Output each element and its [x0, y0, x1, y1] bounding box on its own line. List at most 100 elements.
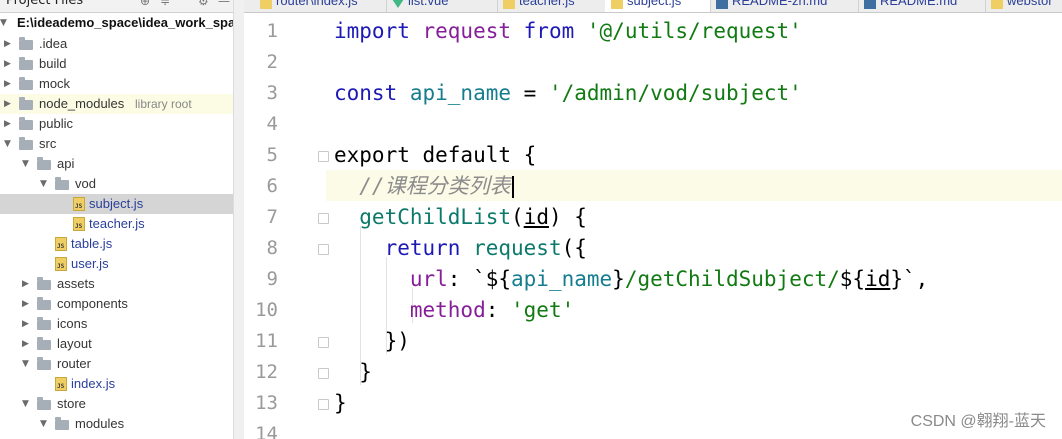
vue-file-icon [392, 0, 404, 8]
line-number: 7 [266, 206, 278, 228]
code-line[interactable]: const api_name = '/admin/vod/subject' [334, 78, 802, 109]
chevron-right-icon[interactable]: ▶ [4, 74, 11, 94]
chevron-down-icon[interactable]: ▼ [4, 134, 11, 154]
chevron-right-icon[interactable]: ▶ [4, 54, 11, 74]
minimize-icon[interactable]: — [218, 0, 230, 8]
folder-icon [19, 137, 33, 150]
tree-folder-item[interactable]: ▼ src [0, 134, 233, 154]
chevron-down-icon[interactable]: ▼ [22, 394, 29, 414]
tree-folder-item[interactable]: ▼ store [0, 394, 233, 414]
code-line[interactable]: import request from '@/utils/request' [334, 16, 802, 47]
code-line[interactable]: } [334, 388, 347, 419]
fold-marker-icon[interactable] [318, 337, 329, 348]
editor-tab[interactable]: teacher.js [497, 0, 606, 12]
tree-item-label: icons [57, 316, 88, 331]
tree-folder-item[interactable]: ▶ public [0, 114, 233, 134]
code-line[interactable]: } [334, 357, 372, 388]
project-panel-title[interactable]: Project Files [6, 0, 83, 8]
tree-item-label: index.js [71, 376, 116, 391]
tree-item-label: src [39, 136, 57, 151]
tree-file-item[interactable]: JS teacher.js [0, 214, 233, 234]
locate-icon[interactable]: ⊕ [140, 0, 150, 8]
code-line[interactable]: method: 'get' [334, 295, 574, 326]
line-number: 10 [255, 299, 278, 321]
chevron-down-icon[interactable]: ▼ [40, 414, 47, 434]
tree-item-label: subject.js [89, 196, 144, 211]
tree-folder-item[interactable]: ▼ vod [0, 174, 233, 194]
line-number: 13 [255, 392, 278, 414]
gear-icon[interactable]: ⚙ [198, 0, 209, 8]
code-token: }`, [890, 267, 929, 291]
code-editor[interactable]: 1 2 3 4 5 6 7 8 9 10 11 12 13 14 import request from … [244, 13, 1062, 439]
code-line[interactable]: export default { [334, 140, 536, 171]
tree-file-item[interactable]: JS subject.js [0, 194, 233, 214]
code-token: from [523, 19, 575, 43]
fold-marker-icon[interactable] [318, 213, 329, 224]
tree-folder-item[interactable]: ▶ node_modules library root [0, 94, 233, 114]
editor-tab[interactable]: router\index.js [254, 0, 387, 12]
tree-folder-item[interactable]: ▶ .idea [0, 34, 233, 54]
md-file-icon [864, 0, 876, 9]
line-number: 1 [266, 20, 278, 42]
tree-folder-item[interactable]: ▶ icons [0, 314, 233, 334]
text-caret [511, 176, 514, 198]
chevron-right-icon[interactable]: ▶ [22, 334, 29, 354]
chevron-right-icon[interactable]: ▶ [22, 294, 29, 314]
chevron-down-icon[interactable]: ▼ [22, 354, 29, 374]
code-token: request [409, 19, 524, 43]
folder-icon [37, 357, 51, 370]
tree-item-label: user.js [71, 256, 109, 271]
line-number: 9 [266, 268, 278, 290]
tree-file-item[interactable]: JS user.js [0, 254, 233, 274]
chevron-down-icon[interactable]: ▼ [22, 154, 29, 174]
chevron-right-icon[interactable]: ▶ [4, 114, 11, 134]
chevron-right-icon[interactable]: ▶ [22, 274, 29, 294]
chevron-down-icon[interactable]: ▼ [40, 174, 47, 194]
tree-folder-item[interactable]: ▼ modules [0, 414, 233, 434]
editor-tab[interactable]: list.vue [386, 0, 498, 12]
tree-item-label: node_modules [39, 96, 125, 111]
code-token: id [523, 205, 549, 229]
code-token: } [334, 360, 372, 384]
folder-icon [19, 57, 33, 70]
js-file-icon: JS [55, 257, 67, 271]
tab-label: README.md [880, 0, 958, 8]
editor-tab[interactable]: README-zh.md [710, 0, 859, 12]
code-line[interactable]: url: `${api_name}/getChildSubject/${id}`… [334, 264, 928, 295]
code-token: url [334, 267, 448, 291]
library-root-tag: library root [135, 97, 192, 111]
tree-file-item[interactable]: JS index.js [0, 374, 233, 394]
chevron-right-icon[interactable]: ▶ [4, 94, 11, 114]
tree-folder-item[interactable]: ▶ components [0, 294, 233, 314]
tree-folder-item[interactable]: ▶ mock [0, 74, 233, 94]
fold-marker-icon[interactable] [318, 151, 329, 162]
tree-folder-item[interactable]: ▼ E:\ideademo_space\idea_work_spa [0, 13, 235, 33]
tree-folder-item[interactable]: ▼ api [0, 154, 233, 174]
fold-marker-icon[interactable] [318, 368, 329, 379]
code-token: return [334, 236, 461, 260]
code-line[interactable]: //课程分类列表 [334, 171, 514, 202]
collapse-icon[interactable]: ≑ [160, 0, 170, 8]
tree-item-label: store [57, 396, 86, 411]
code-token: : `${ [447, 267, 512, 291]
line-number: 3 [266, 82, 278, 104]
tree-folder-item[interactable]: ▼ router [0, 354, 233, 374]
fold-marker-icon[interactable] [318, 244, 329, 255]
tree-folder-item[interactable]: ▶ layout [0, 334, 233, 354]
code-line[interactable]: return request({ [334, 233, 587, 264]
tree-file-item[interactable]: JS table.js [0, 234, 233, 254]
panel-scrollbar[interactable] [233, 0, 244, 439]
tree-folder-item[interactable]: ▶ build [0, 54, 233, 74]
chevron-right-icon[interactable]: ▶ [22, 314, 29, 334]
chevron-right-icon[interactable]: ▶ [4, 34, 11, 54]
fold-marker-icon[interactable] [318, 399, 329, 410]
csdn-watermark: CSDN @翱翔-蓝天 [910, 413, 1046, 430]
code-token: /getChildSubject/ [624, 267, 840, 291]
code-line[interactable]: getChildList(id) { [334, 202, 587, 233]
editor-tab[interactable]: subject.js [605, 0, 711, 12]
tree-folder-item[interactable]: ▶ assets [0, 274, 233, 294]
chevron-down-icon[interactable]: ▼ [0, 13, 7, 33]
code-line[interactable]: }) [334, 326, 410, 357]
editor-tab[interactable]: webstor [985, 0, 1062, 12]
editor-tab[interactable]: README.md [858, 0, 986, 12]
